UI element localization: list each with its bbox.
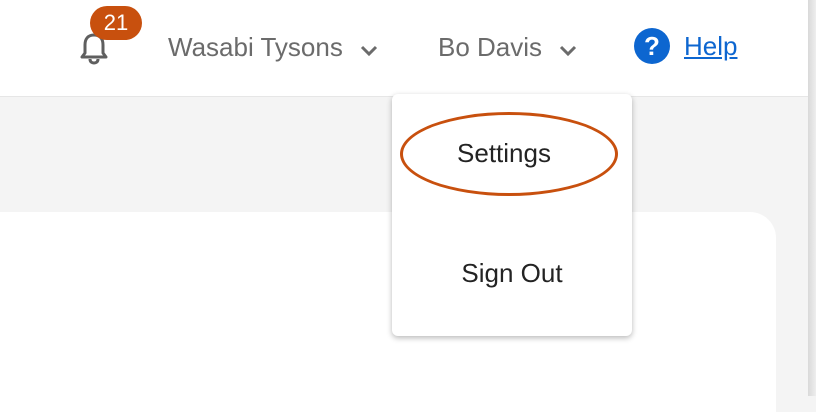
chevron-down-icon — [558, 37, 578, 57]
help-button[interactable]: ? Help — [634, 28, 737, 64]
help-link[interactable]: Help — [684, 31, 737, 62]
menu-item-settings[interactable]: Settings — [384, 138, 624, 169]
user-name: Bo Davis — [438, 31, 543, 62]
content-panel — [0, 212, 776, 412]
company-name: Wasabi Tysons — [168, 31, 343, 62]
menu-item-sign-out[interactable]: Sign Out — [392, 258, 632, 289]
notification-count-badge: 21 — [90, 6, 142, 40]
question-circle-icon: ? — [634, 28, 670, 64]
chevron-down-icon — [359, 37, 379, 57]
user-dropdown-menu: Settings Sign Out — [392, 94, 632, 336]
window-edge — [808, 0, 816, 396]
user-menu-button[interactable]: Bo Davis — [438, 26, 578, 68]
company-menu-button[interactable]: Wasabi Tysons — [168, 26, 379, 68]
